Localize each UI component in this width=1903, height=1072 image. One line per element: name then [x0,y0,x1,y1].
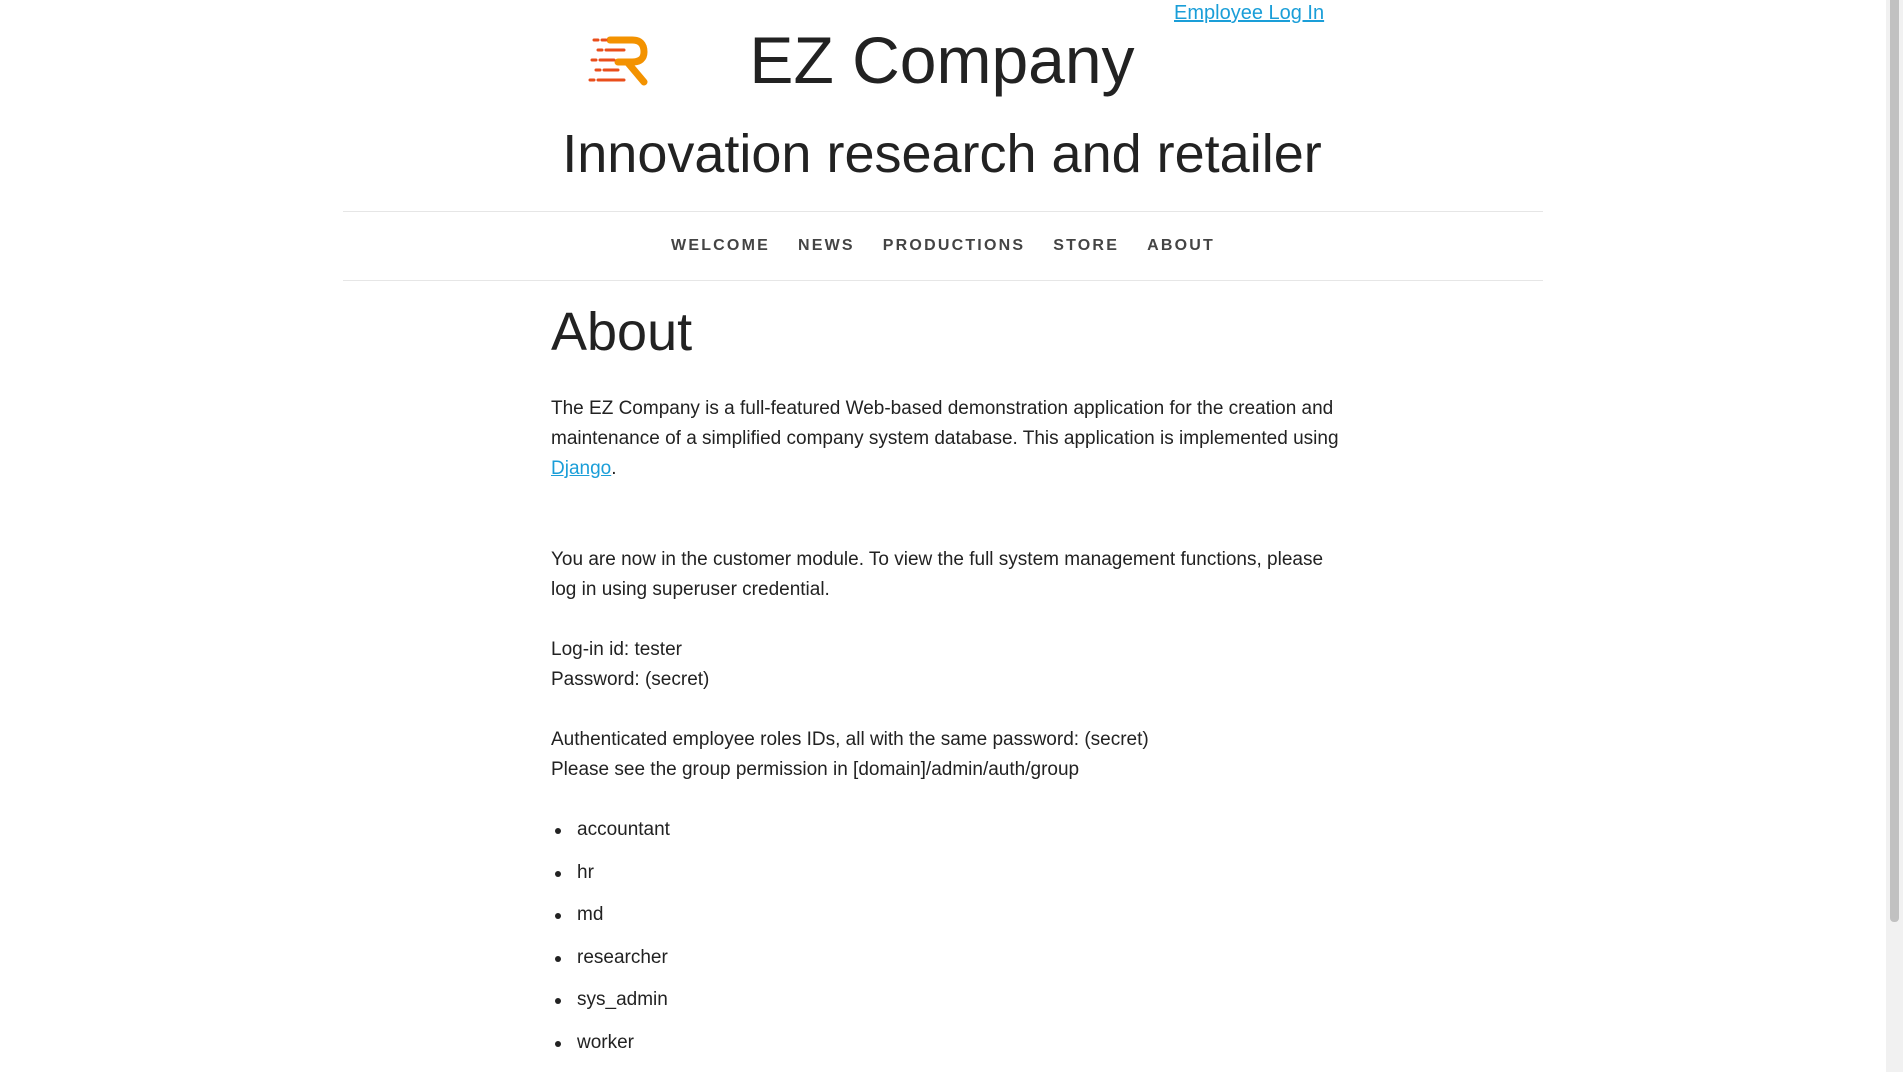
tagline: Innovation research and retailer [562,124,1322,184]
page-heading: About [551,302,693,362]
role-item: researcher [555,943,1341,973]
password-text: Password: (secret) [551,669,710,690]
scrollbar-thumb[interactable] [1890,0,1899,922]
main-nav: WELCOME NEWS PRODUCTIONS STORE ABOUT [343,211,1543,281]
roles-list: accountant hr md researcher sys_admin wo… [551,815,1341,1058]
vertical-scrollbar[interactable] [1886,0,1903,1072]
role-item: sys_admin [555,985,1341,1015]
intro-paragraph: The EZ Company is a full-featured Web-ba… [551,394,1341,484]
nav-item-welcome[interactable]: WELCOME [671,237,770,255]
site-title-text: EZ Company [749,23,1135,97]
page: Employee Log In EZ Company Innovation re… [0,0,1903,1072]
login-id-text: Log-in id: tester [551,639,682,660]
role-item: hr [555,858,1341,888]
django-link[interactable]: Django [551,458,611,479]
role-item: accountant [555,815,1341,845]
nav-item-store[interactable]: STORE [1053,237,1119,255]
intro-text: The EZ Company is a full-featured Web-ba… [551,398,1339,449]
roles-note: Authenticated employee roles IDs, all wi… [551,729,1149,750]
main-content: About The EZ Company is a full-featured … [551,296,1341,1070]
role-item: worker [555,1028,1341,1058]
module-note: You are now in the customer module. To v… [551,549,1324,600]
site-title: EZ Company [0,20,1884,100]
intro-text-end: . [611,458,617,479]
nav-item-productions[interactable]: PRODUCTIONS [883,237,1025,255]
role-item: md [555,900,1341,930]
nav-item-about[interactable]: ABOUT [1147,237,1215,255]
group-permission-note: Please see the group permission in [doma… [551,759,1080,780]
nav-item-news[interactable]: NEWS [798,237,855,255]
